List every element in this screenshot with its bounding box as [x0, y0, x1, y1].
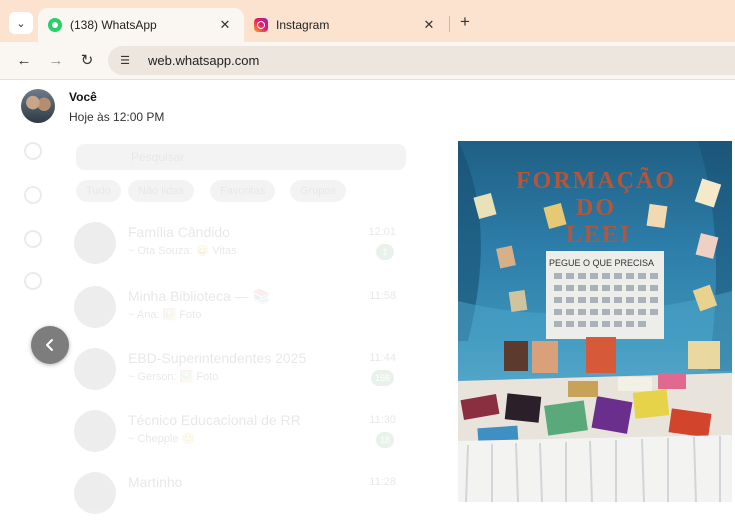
message-time: Hoje às 12:00 PM [69, 110, 165, 124]
chat-name: EBD-Superintendentes 2025 [128, 350, 307, 366]
chat-time: 11:28 [369, 476, 396, 488]
chat-row: Família Cândido ~ Ota Souza: 😄 Vitas 12:… [70, 214, 410, 274]
chat-time: 11:44 [369, 352, 396, 364]
chat-last-message: ~ Ana: 🖼️ Foto [128, 309, 202, 321]
new-tab-button[interactable]: + [455, 12, 475, 32]
site-info-icon[interactable]: ☰ [116, 52, 134, 70]
filter-chip: Grupos [290, 180, 347, 202]
reload-button[interactable]: ↻ [77, 51, 97, 71]
avatar[interactable] [21, 89, 55, 123]
chat-row: Técnico Educacional de RR ~ Chepple 🙂 11… [70, 402, 410, 462]
chat-name: Martinho [128, 474, 183, 490]
chevron-down-icon: ⌄ [16, 17, 26, 30]
unread-badge: 156 [370, 370, 394, 386]
chat-row: Martinho 11:28 [70, 464, 410, 524]
filter-chip: Não lidas [128, 180, 194, 202]
browser-tab-strip: ⌄ (138) WhatsApp ✕ Instagram ✕ + [0, 0, 735, 42]
background-chat-list: Pesquisar Tudo Não lidas Favoritas Grupo… [0, 130, 440, 514]
browser-toolbar: ← → ↻ ☰ web.whatsapp.com [0, 42, 735, 80]
chat-name: Família Cândido [128, 224, 230, 240]
instagram-icon [254, 18, 268, 32]
chat-name: Técnico Educacional de RR [128, 412, 301, 428]
tab-search-button[interactable]: ⌄ [9, 12, 33, 34]
chat-time: 12:01 [368, 226, 396, 238]
close-icon[interactable]: ✕ [214, 17, 236, 33]
tab-divider [449, 16, 450, 32]
close-icon[interactable]: ✕ [418, 17, 440, 33]
sender-name: Você [69, 90, 97, 104]
avatar [74, 410, 116, 452]
chat-last-message: ~ Gerson: 🖼️ Foto [128, 371, 219, 383]
tab-title: (138) WhatsApp [70, 18, 157, 32]
address-bar[interactable]: ☰ web.whatsapp.com [108, 46, 735, 75]
avatar [74, 222, 116, 264]
chat-last-message: ~ Chepple 🙂 [128, 433, 196, 445]
chats-icon [24, 142, 42, 160]
url-text: web.whatsapp.com [148, 53, 260, 68]
filter-chip: Tudo [76, 180, 121, 202]
chat-time: 11:30 [369, 414, 396, 426]
arrow-left-icon: ← [16, 52, 32, 69]
photo-illustration: FORMAÇÃO DO LEEI PEGUE O QUE PRECISA [458, 141, 732, 502]
communities-icon [24, 230, 42, 248]
filter-chip: Favoritas [210, 180, 276, 202]
search-input: Pesquisar [76, 144, 406, 170]
avatar [74, 286, 116, 328]
tab-whatsapp[interactable]: (138) WhatsApp ✕ [38, 8, 244, 42]
chat-name: Minha Biblioteca — 📚 [128, 288, 270, 304]
media-photo[interactable]: FORMAÇÃO DO LEEI PEGUE O QUE PRECISA [458, 141, 732, 502]
sign-text: PEGUE O QUE PRECISA [549, 258, 654, 268]
chevron-left-icon [46, 339, 53, 351]
channels-icon [24, 272, 42, 290]
unread-badge: 1 [376, 244, 394, 260]
status-icon [24, 186, 42, 204]
search-placeholder: Pesquisar [131, 150, 185, 164]
unread-badge: 18 [375, 432, 394, 448]
back-button[interactable]: ← [14, 51, 34, 71]
forward-button[interactable]: → [46, 51, 66, 71]
whatsapp-icon [48, 18, 62, 32]
banner-title-line3: LEEI [566, 222, 631, 248]
chat-time: 11:58 [369, 290, 396, 302]
chat-row: Minha Biblioteca — 📚 ~ Ana: 🖼️ Foto 11:5… [70, 278, 410, 338]
avatar [74, 472, 116, 514]
tab-instagram[interactable]: Instagram ✕ [248, 8, 448, 42]
previous-media-button[interactable] [31, 326, 69, 364]
chat-last-message: ~ Ota Souza: 😄 Vitas [128, 245, 237, 257]
tab-title: Instagram [276, 18, 330, 32]
banner-title-line2: DO [576, 195, 616, 221]
chat-row: EBD-Superintendentes 2025 ~ Gerson: 🖼️ F… [70, 340, 410, 400]
avatar [74, 348, 116, 390]
reload-icon: ↻ [80, 52, 94, 69]
banner-title-line1: FORMAÇÃO [516, 168, 676, 194]
arrow-right-icon: → [48, 52, 64, 69]
